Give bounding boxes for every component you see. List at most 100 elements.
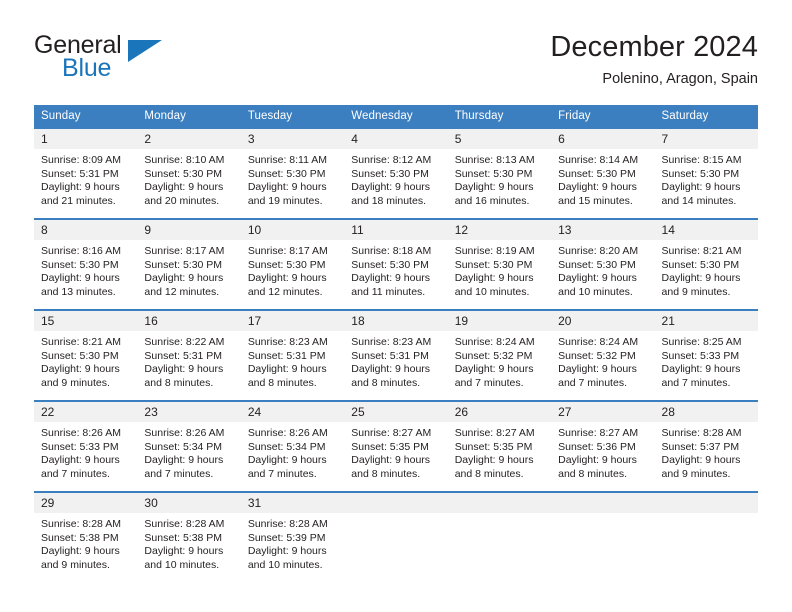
daylight-text-line1: Daylight: 9 hours: [351, 454, 431, 467]
daylight-text-line1: Daylight: 9 hours: [41, 181, 120, 194]
daylight-text-line2: and 9 minutes.: [661, 467, 731, 480]
daylight-text-line1: Daylight: 9 hours: [558, 272, 637, 285]
sunrise-text: Sunrise: 8:13 AM: [454, 154, 535, 166]
day-cell[interactable]: 1 Sunrise: 8:09 AM Sunset: 5:31 PM Daylight…: [34, 127, 138, 219]
day-number: 4: [344, 129, 448, 149]
sunrise-text: Sunrise: 8:10 AM: [144, 154, 225, 166]
day-cell[interactable]: 4 Sunrise: 8:12 AM Sunset: 5:30 PM Daylight…: [344, 127, 448, 219]
day-number: 3: [240, 129, 345, 149]
daylight-text-line1: Daylight: 9 hours: [454, 363, 534, 376]
day-number: 6: [551, 129, 655, 149]
daylight-text-line2: and 7 minutes.: [454, 376, 524, 389]
weekday-header-tuesday: Tuesday: [240, 105, 345, 128]
day-cell[interactable]: 30 Sunrise: 8:28 AM Sunset: 5:38 PM Dayligh…: [137, 491, 241, 582]
day-number: 5: [447, 129, 552, 149]
day-cell[interactable]: 26 Sunrise: 8:27 AM Sunset: 5:35 PM Dayligh…: [447, 400, 552, 492]
day-cell[interactable]: 2 Sunrise: 8:10 AM Sunset: 5:30 PM Daylight…: [137, 127, 241, 219]
sunrise-text: Sunrise: 8:24 AM: [454, 336, 535, 348]
day-cell[interactable]: 28 Sunrise: 8:28 AM Sunset: 5:37 PM Dayligh…: [654, 400, 758, 492]
sunset-text: Sunset: 5:34 PM: [247, 440, 326, 453]
sunrise-text: Sunrise: 8:16 AM: [41, 245, 121, 257]
weekday-header-saturday: Saturday: [654, 105, 758, 128]
sunrise-text: Sunrise: 8:21 AM: [661, 245, 742, 257]
day-number: 8: [34, 220, 138, 240]
day-cell[interactable]: 20 Sunrise: 8:24 AM Sunset: 5:32 PM Dayligh…: [551, 309, 655, 401]
daylight-text-line1: Daylight: 9 hours: [144, 363, 224, 376]
daylight-text-line1: Daylight: 9 hours: [144, 181, 224, 194]
sunset-text: Sunset: 5:30 PM: [144, 167, 223, 180]
day-cell[interactable]: 13 Sunrise: 8:20 AM Sunset: 5:30 PM Dayligh…: [551, 218, 655, 310]
day-cell[interactable]: 27 Sunrise: 8:27 AM Sunset: 5:36 PM Dayligh…: [551, 400, 655, 492]
sunrise-text: Sunrise: 8:28 AM: [41, 518, 121, 530]
day-number: 17: [240, 311, 345, 331]
sunset-text: Sunset: 5:30 PM: [247, 258, 326, 271]
sunrise-text: Sunrise: 8:28 AM: [661, 427, 742, 439]
calendar-page: General Blue December 2024 Polenino, Ara…: [0, 0, 792, 612]
daylight-text-line1: Daylight: 9 hours: [351, 181, 431, 194]
daylight-text-line1: Daylight: 9 hours: [41, 545, 120, 558]
sunrise-text: Sunrise: 8:28 AM: [247, 518, 328, 530]
daylight-text-line1: Daylight: 9 hours: [454, 272, 534, 285]
day-cell[interactable]: 5 Sunrise: 8:13 AM Sunset: 5:30 PM Daylight…: [447, 127, 552, 219]
sunrise-text: Sunrise: 8:17 AM: [247, 245, 328, 257]
sunrise-text: Sunrise: 8:17 AM: [144, 245, 225, 257]
daylight-text-line1: Daylight: 9 hours: [558, 363, 637, 376]
daylight-text-line2: and 9 minutes.: [661, 285, 731, 298]
day-cell[interactable]: 21 Sunrise: 8:25 AM Sunset: 5:33 PM Dayligh…: [654, 309, 758, 401]
day-number: 18: [344, 311, 448, 331]
weekday-header-monday: Monday: [137, 105, 241, 128]
calendar-week-row: 29 Sunrise: 8:28 AM Sunset: 5:38 PM Dayligh…: [34, 491, 758, 582]
daylight-text-line1: Daylight: 9 hours: [454, 181, 534, 194]
day-cell[interactable]: 7 Sunrise: 8:15 AM Sunset: 5:30 PM Daylight…: [654, 127, 758, 219]
day-cell[interactable]: 11 Sunrise: 8:18 AM Sunset: 5:30 PM Dayligh…: [344, 218, 448, 310]
day-cell[interactable]: 9 Sunrise: 8:17 AM Sunset: 5:30 PM Daylight…: [137, 218, 241, 310]
daylight-text-line1: Daylight: 9 hours: [247, 272, 327, 285]
daylight-text-line2: and 8 minutes.: [351, 376, 421, 389]
sunset-text: Sunset: 5:30 PM: [454, 167, 533, 180]
day-cell[interactable]: 12 Sunrise: 8:19 AM Sunset: 5:30 PM Dayligh…: [447, 218, 552, 310]
daylight-text-line1: Daylight: 9 hours: [41, 272, 120, 285]
weekday-header-sunday: Sunday: [34, 105, 138, 128]
general-blue-logo[interactable]: General Blue: [34, 32, 244, 88]
sunrise-text: Sunrise: 8:09 AM: [41, 154, 121, 166]
sunset-text: Sunset: 5:30 PM: [661, 258, 740, 271]
day-cell[interactable]: 23 Sunrise: 8:26 AM Sunset: 5:34 PM Dayligh…: [137, 400, 241, 492]
calendar-week-row: 8 Sunrise: 8:16 AM Sunset: 5:30 PM Daylight…: [34, 218, 758, 310]
daylight-text-line1: Daylight: 9 hours: [661, 454, 741, 467]
day-cell[interactable]: 19 Sunrise: 8:24 AM Sunset: 5:32 PM Dayligh…: [447, 309, 552, 401]
day-cell[interactable]: 10 Sunrise: 8:17 AM Sunset: 5:30 PM Dayligh…: [240, 218, 345, 310]
daylight-text-line2: and 21 minutes.: [41, 194, 116, 207]
day-cell[interactable]: 17 Sunrise: 8:23 AM Sunset: 5:31 PM Dayligh…: [240, 309, 345, 401]
sunset-text: Sunset: 5:32 PM: [558, 349, 636, 362]
sunset-text: Sunset: 5:30 PM: [558, 258, 636, 271]
day-cell[interactable]: 22 Sunrise: 8:26 AM Sunset: 5:33 PM Dayligh…: [34, 400, 138, 492]
sunset-text: Sunset: 5:36 PM: [558, 440, 636, 453]
day-cell[interactable]: 29 Sunrise: 8:28 AM Sunset: 5:38 PM Dayligh…: [34, 491, 138, 582]
day-cell[interactable]: 25 Sunrise: 8:27 AM Sunset: 5:35 PM Dayligh…: [344, 400, 448, 492]
daylight-text-line2: and 15 minutes.: [558, 194, 633, 207]
weekday-header-wednesday: Wednesday: [344, 105, 448, 128]
day-number: 22: [34, 402, 138, 422]
day-cell[interactable]: 14 Sunrise: 8:21 AM Sunset: 5:30 PM Dayligh…: [654, 218, 758, 310]
daylight-text-line1: Daylight: 9 hours: [41, 363, 120, 376]
calendar-week-row: 15 Sunrise: 8:21 AM Sunset: 5:30 PM Dayligh…: [34, 309, 758, 401]
sunrise-text: Sunrise: 8:11 AM: [247, 154, 328, 166]
day-cell[interactable]: 24 Sunrise: 8:26 AM Sunset: 5:34 PM Dayligh…: [240, 400, 345, 492]
daylight-text-line2: and 10 minutes.: [558, 285, 633, 298]
sunrise-text: Sunrise: 8:19 AM: [454, 245, 535, 257]
sunrise-text: Sunrise: 8:25 AM: [661, 336, 742, 348]
sunrise-text: Sunrise: 8:26 AM: [144, 427, 225, 439]
daylight-text-line1: Daylight: 9 hours: [454, 454, 534, 467]
day-cell[interactable]: 31 Sunrise: 8:28 AM Sunset: 5:39 PM Dayligh…: [240, 491, 345, 582]
day-cell[interactable]: 8 Sunrise: 8:16 AM Sunset: 5:30 PM Daylight…: [34, 218, 138, 310]
day-cell[interactable]: 18 Sunrise: 8:23 AM Sunset: 5:31 PM Dayligh…: [344, 309, 448, 401]
sunset-text: Sunset: 5:35 PM: [454, 440, 533, 453]
day-cell[interactable]: 3 Sunrise: 8:11 AM Sunset: 5:30 PM Daylight…: [240, 127, 345, 219]
daylight-text-line2: and 8 minutes.: [351, 467, 421, 480]
day-number: 20: [551, 311, 655, 331]
daylight-text-line2: and 10 minutes.: [247, 558, 323, 571]
day-cell[interactable]: 6 Sunrise: 8:14 AM Sunset: 5:30 PM Daylight…: [551, 127, 655, 219]
day-cell[interactable]: 15 Sunrise: 8:21 AM Sunset: 5:30 PM Dayligh…: [34, 309, 138, 401]
day-cell[interactable]: 16 Sunrise: 8:22 AM Sunset: 5:31 PM Dayligh…: [137, 309, 241, 401]
daylight-text-line2: and 8 minutes.: [454, 467, 524, 480]
